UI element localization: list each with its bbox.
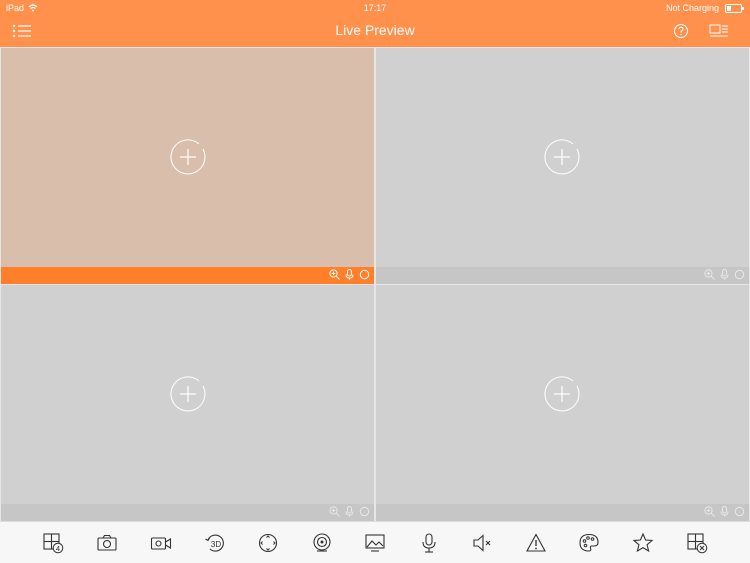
device-list-icon[interactable] — [707, 20, 731, 42]
help-icon[interactable] — [669, 20, 693, 42]
video-pane-4[interactable] — [376, 285, 749, 521]
video-pane-3[interactable] — [1, 285, 374, 521]
microphone-icon[interactable] — [344, 269, 355, 280]
video-pane-2[interactable] — [376, 48, 749, 284]
bottom-toolbar: 4 3D — [0, 521, 750, 563]
alarm-icon[interactable] — [524, 531, 548, 555]
microphone-icon[interactable] — [344, 506, 355, 517]
microphone-icon[interactable] — [719, 506, 730, 517]
status-time: 17:17 — [363, 3, 387, 13]
status-bar: iPad 17:17 Not Charging — [0, 0, 750, 16]
3d-rotate-icon[interactable]: 3D — [203, 531, 227, 555]
ptz-icon[interactable] — [256, 531, 280, 555]
video-grid — [0, 47, 750, 521]
record-indicator-icon[interactable] — [359, 269, 370, 280]
status-right: Not Charging — [665, 3, 744, 13]
pane-toolbar — [1, 504, 374, 521]
pane-toolbar — [1, 267, 374, 284]
zoom-icon[interactable] — [329, 506, 340, 517]
nav-bar: Live Preview — [0, 16, 750, 47]
record-indicator-icon[interactable] — [734, 506, 745, 517]
microphone-icon[interactable] — [417, 531, 441, 555]
palette-icon[interactable] — [577, 531, 601, 555]
camera-icon[interactable] — [95, 531, 119, 555]
pane-toolbar — [376, 267, 749, 284]
svg-text:3D: 3D — [211, 540, 221, 549]
window-split-icon[interactable]: 4 — [41, 531, 65, 555]
zoom-icon[interactable] — [704, 269, 715, 280]
split-count-label: 4 — [56, 544, 60, 553]
image-icon[interactable] — [363, 531, 387, 555]
add-camera-icon[interactable] — [170, 376, 206, 412]
battery-icon — [725, 3, 744, 13]
zoom-icon[interactable] — [704, 506, 715, 517]
record-indicator-icon[interactable] — [734, 269, 745, 280]
favorite-star-icon[interactable] — [631, 531, 655, 555]
pane-toolbar — [376, 504, 749, 521]
add-camera-icon[interactable] — [544, 139, 580, 175]
add-camera-icon[interactable] — [170, 139, 206, 175]
close-all-icon[interactable] — [685, 531, 709, 555]
record-indicator-icon[interactable] — [359, 506, 370, 517]
microphone-icon[interactable] — [719, 269, 730, 280]
zoom-icon[interactable] — [329, 269, 340, 280]
add-camera-icon[interactable] — [544, 376, 580, 412]
video-pane-1[interactable] — [1, 48, 374, 284]
page-title: Live Preview — [335, 22, 415, 38]
charging-status: Not Charging — [665, 3, 719, 13]
ezoom-icon[interactable] — [310, 531, 334, 555]
speaker-mute-icon[interactable] — [470, 531, 494, 555]
video-record-icon[interactable] — [149, 531, 173, 555]
